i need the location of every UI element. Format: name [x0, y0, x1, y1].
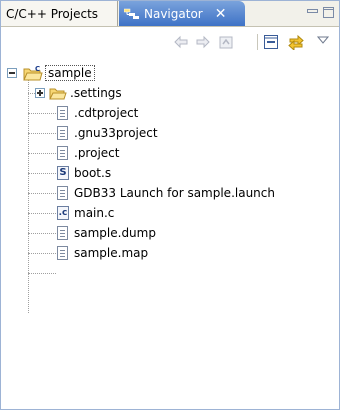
tree-root-label: sample	[45, 65, 95, 81]
link-with-editor-icon[interactable]	[288, 34, 304, 52]
tree-item-label: .project	[74, 146, 120, 160]
tree-item-label: main.c	[74, 206, 115, 220]
minimize-button[interactable]	[307, 7, 318, 16]
tree-root-sample[interactable]: C sample	[1, 63, 339, 83]
file-icon	[57, 186, 68, 200]
file-icon	[57, 226, 68, 240]
c-project-folder-icon: C	[23, 65, 43, 81]
svg-text:C: C	[35, 65, 40, 73]
tree-item-main-c[interactable]: .c main.c	[1, 203, 339, 223]
tree-connector	[28, 273, 56, 274]
tree-item-gdb33-launch[interactable]: GDB33 Launch for sample.launch	[1, 183, 339, 203]
close-icon[interactable]: ✕	[215, 6, 227, 22]
toolbar-separator	[257, 34, 258, 50]
tab-navigator[interactable]: Navigator ✕	[119, 1, 245, 26]
up-folder-icon[interactable]	[218, 34, 234, 50]
tree-item-gnu33project[interactable]: .gnu33project	[1, 123, 339, 143]
tree-item-label: .settings	[70, 86, 122, 100]
tab-navigator-label: Navigator	[144, 6, 203, 21]
navigator-icon	[123, 8, 140, 20]
maximize-button[interactable]	[323, 7, 334, 18]
back-arrow-icon[interactable]	[173, 34, 189, 50]
c-file-icon: .c	[57, 206, 69, 220]
tab-cpp-projects[interactable]: C/C++ Projects	[1, 1, 118, 26]
navigator-view: C/C++ Projects Navigator ✕ C sample .set…	[0, 0, 340, 410]
folder-icon	[49, 85, 67, 101]
file-icon	[57, 106, 68, 120]
tree-item-sample-map[interactable]: sample.map	[1, 243, 339, 263]
tab-bar: C/C++ Projects Navigator ✕	[1, 1, 339, 27]
view-menu-chevron-down-icon[interactable]	[316, 34, 330, 50]
tree-item-cdtproject[interactable]: .cdtproject	[1, 103, 339, 123]
file-icon	[57, 146, 68, 160]
tree-item-label: GDB33 Launch for sample.launch	[74, 186, 275, 200]
collapse-all-icon[interactable]	[263, 34, 279, 50]
view-toolbar	[1, 28, 339, 56]
assembly-file-icon: S	[57, 166, 69, 180]
file-icon	[57, 126, 68, 140]
tree-item-label: .gnu33project	[74, 126, 158, 140]
tree-item-settings[interactable]: .settings	[1, 83, 339, 103]
collapse-toggle-icon[interactable]	[7, 68, 17, 78]
file-icon	[57, 246, 68, 260]
tab-cpp-projects-label: C/C++ Projects	[6, 6, 99, 21]
tree-item-label: sample.map	[74, 246, 149, 260]
expand-toggle-icon[interactable]	[35, 88, 45, 98]
tree-item-boot-s[interactable]: S boot.s	[1, 163, 339, 183]
tree-item-label: sample.dump	[74, 226, 156, 240]
forward-arrow-icon[interactable]	[195, 34, 211, 50]
tree-item-project[interactable]: .project	[1, 143, 339, 163]
tree-item-sample-dump[interactable]: sample.dump	[1, 223, 339, 243]
tree-item-label: boot.s	[74, 166, 112, 180]
tree-item-label: .cdtproject	[74, 106, 139, 120]
